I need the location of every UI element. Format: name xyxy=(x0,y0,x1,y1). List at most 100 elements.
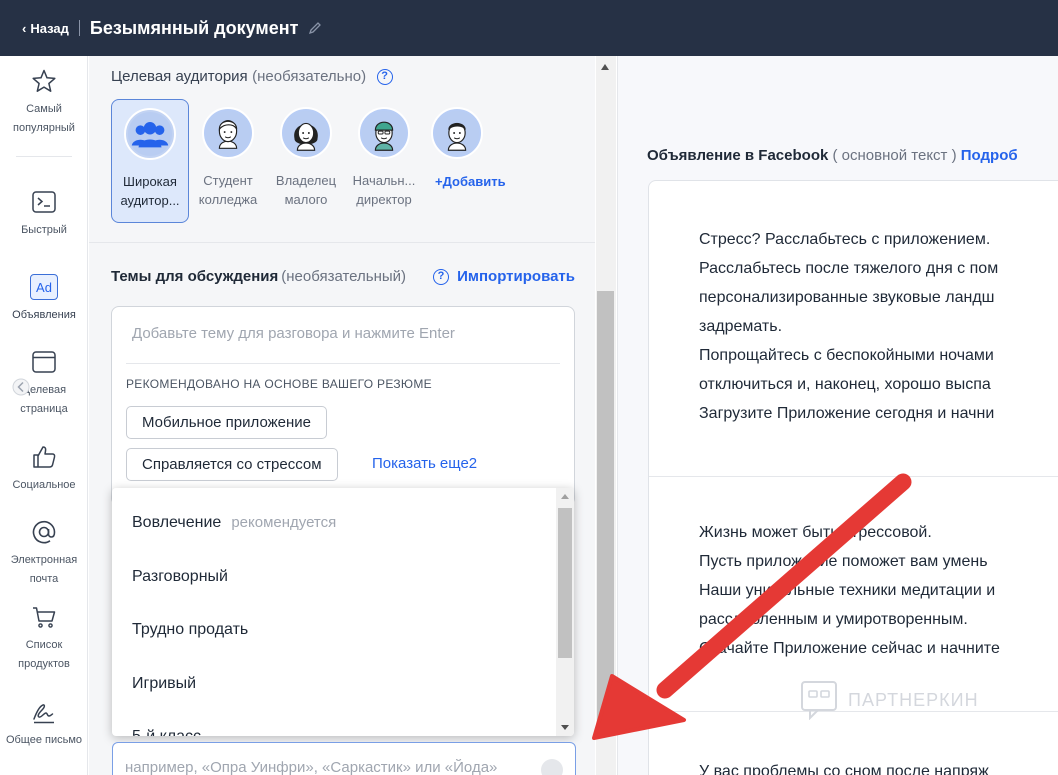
collapse-chevron-icon[interactable] xyxy=(12,378,30,396)
chat-bubble-icon xyxy=(801,681,837,720)
topic-chip[interactable]: Мобильное приложение xyxy=(126,406,327,439)
audience-avatar-list: Широкая аудитор... Студент колледжа Влад… xyxy=(111,99,506,223)
import-label: Импортировать xyxy=(457,268,575,285)
ad-line: Жизнь может быть стрессовой. xyxy=(699,524,932,541)
audience-expert[interactable] xyxy=(423,99,491,223)
nav-item-product-list[interactable]: Список продуктов xyxy=(0,604,88,674)
ad-line: Попрощайтесь с беспокойными ночами xyxy=(699,347,994,364)
ad-icon: Ad xyxy=(30,274,58,300)
audience-name: Владелец малого xyxy=(275,173,337,207)
nav-item-popular[interactable]: Самый популярный xyxy=(0,68,88,138)
document-title[interactable]: Безымянный документ xyxy=(90,18,299,39)
help-icon[interactable]: ? xyxy=(376,68,393,85)
business-owner-avatar-icon xyxy=(280,107,332,159)
audience-heading: Целевая аудитория (необязательно) ? xyxy=(111,68,393,86)
audience-broad[interactable]: Широкая аудитор... xyxy=(111,99,189,223)
audience-name: Студент колледжа xyxy=(198,173,258,207)
add-audience-button[interactable]: +Добавить xyxy=(435,174,506,189)
ad-variant[interactable]: Жизнь может быть стрессовой. Пусть прило… xyxy=(699,518,1000,663)
audience-optional: (необязательно) xyxy=(252,68,367,85)
topic-chip[interactable]: Справляется со стрессом xyxy=(126,448,338,481)
ad-line: У вас проблемы со сном после напряж xyxy=(699,763,989,775)
tone-option[interactable]: Трудно продать xyxy=(132,621,248,639)
ad-line: Загрузите Приложение сегодня и начни xyxy=(699,405,995,422)
audience-name: Широкая аудитор... xyxy=(120,174,180,208)
tone-option[interactable]: Разговорный xyxy=(132,568,228,586)
back-button[interactable]: ‹ Назад xyxy=(22,21,69,36)
recommended-label: РЕКОМЕНДОВАНО НА ОСНОВЕ ВАШЕГО РЕЗЮМЕ xyxy=(126,377,432,391)
student-avatar-icon xyxy=(202,107,254,159)
nav-label-popular: Самый популярный xyxy=(13,103,75,134)
expert-avatar-icon xyxy=(431,107,483,159)
signature-icon xyxy=(33,704,54,724)
cart-icon xyxy=(33,607,56,628)
nav-item-email[interactable]: Электронная почта xyxy=(0,519,88,589)
pencil-icon[interactable] xyxy=(308,21,322,35)
watermark-text: ПАРТНЕРКИН xyxy=(848,689,979,710)
ad-divider xyxy=(649,476,1058,477)
nav-item-ads[interactable]: Ad Объявления xyxy=(0,274,88,325)
preview-heading: Объявление в Facebook ( основной текст )… xyxy=(647,147,1018,164)
ad-line: Стресс? Расслабьтесь с приложением. xyxy=(699,231,991,248)
dropdown-scrollbar[interactable] xyxy=(556,488,574,736)
topbar-separator xyxy=(78,20,80,36)
nav-item-quick[interactable]: Быстрый xyxy=(0,189,88,240)
section-divider xyxy=(89,242,595,243)
scroll-up-arrow-icon[interactable] xyxy=(601,64,609,70)
chevron-up-icon[interactable] xyxy=(541,759,563,775)
terminal-icon xyxy=(32,191,56,213)
browser-window-icon xyxy=(32,351,56,373)
director-avatar-icon xyxy=(358,107,410,159)
scrollbar-thumb[interactable] xyxy=(597,291,614,721)
nav-label-ads: Объявления xyxy=(12,309,76,321)
preview-title: Объявление в Facebook xyxy=(647,147,829,164)
scrollbar-thumb[interactable] xyxy=(558,508,572,658)
nav-label-email: Электронная почта xyxy=(10,554,78,585)
tone-option[interactable]: 5-й класс xyxy=(132,728,201,736)
nav-divider xyxy=(16,156,72,157)
back-label: Назад xyxy=(30,20,69,36)
tone-option[interactable]: Игривый xyxy=(132,675,196,693)
audience-label: Целевая аудитория xyxy=(111,68,248,85)
tone-input[interactable] xyxy=(125,759,525,775)
details-link[interactable]: Подроб xyxy=(961,147,1018,164)
nav-label-social: Социальное xyxy=(12,479,76,491)
tone-dropdown: Вовлечение рекомендуется Разговорный Труд… xyxy=(112,488,574,736)
ad-line: Пусть приложение поможет вам умень xyxy=(699,553,988,570)
watermark: ПАРТНЕРКИН xyxy=(800,680,979,720)
audience-director[interactable]: Начальн... директор xyxy=(345,99,423,223)
scroll-down-arrow-icon[interactable] xyxy=(561,725,569,730)
preview-subtitle: ( основной текст ) xyxy=(832,147,957,164)
topics-optional: (необязательный) xyxy=(281,268,407,285)
nav-item-general-letter[interactable]: Общее письмо xyxy=(0,699,88,750)
scroll-up-arrow-icon[interactable] xyxy=(561,494,569,499)
nav-item-social[interactable]: Социальное xyxy=(0,444,88,495)
nav-label-quick: Быстрый xyxy=(21,224,67,236)
tone-option[interactable]: Вовлечение рекомендуется xyxy=(132,514,336,532)
import-button[interactable]: ? Импортировать xyxy=(427,268,575,286)
ad-line: Расслабьтесь после тяжелого дня с пом xyxy=(699,260,999,277)
thumbs-up-icon xyxy=(33,446,56,468)
recommended-note: рекомендуется xyxy=(231,514,337,531)
star-icon xyxy=(32,69,56,92)
audience-student[interactable]: Студент колледжа xyxy=(189,99,267,223)
topic-input[interactable] xyxy=(132,325,552,342)
top-bar: ‹ Назад Безымянный документ xyxy=(0,0,1058,56)
panel-scrollbar[interactable] xyxy=(596,56,616,775)
topics-heading: Темы для обсуждения (необязательный) ? И… xyxy=(111,268,581,286)
at-sign-icon xyxy=(32,520,56,544)
chevron-left-icon: ‹ xyxy=(22,20,27,36)
ad-variant[interactable]: Стресс? Расслабьтесь с приложением. Расс… xyxy=(699,225,998,428)
audience-name: Начальн... директор xyxy=(352,173,416,207)
tone-option-label: Вовлечение xyxy=(132,514,222,531)
nav-label-general-letter: Общее письмо xyxy=(5,734,83,746)
group-people-icon xyxy=(124,108,176,160)
audience-business-owner[interactable]: Владелец малого xyxy=(267,99,345,223)
topics-label: Темы для обсуждения xyxy=(111,268,279,285)
topics-box: РЕКОМЕНДОВАНО НА ОСНОВЕ ВАШЕГО РЕЗЮМЕ Мо… xyxy=(111,306,575,506)
ad-variant[interactable]: У вас проблемы со сном после напряж xyxy=(699,757,989,775)
help-icon[interactable]: ? xyxy=(432,269,449,286)
ad-line: Скачайте Приложение сейчас и начните xyxy=(699,640,1000,657)
show-more-link[interactable]: Показать еще2 xyxy=(372,455,477,472)
ad-line: Наши уникальные техники медитации и xyxy=(699,582,996,599)
